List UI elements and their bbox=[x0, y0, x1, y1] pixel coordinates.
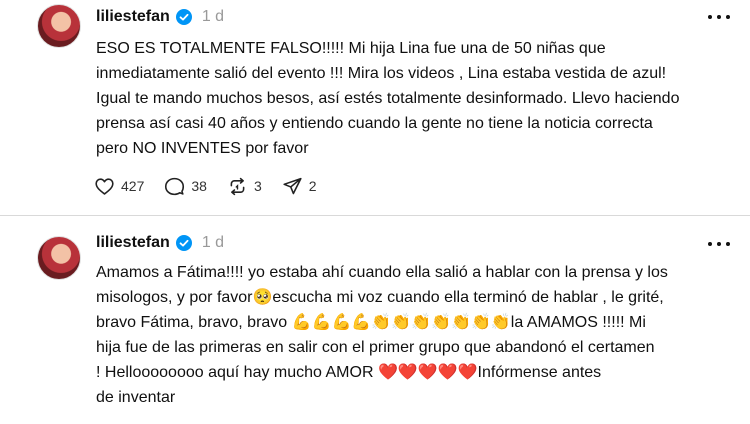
dot-icon bbox=[726, 15, 730, 19]
username[interactable]: liliestefan bbox=[96, 234, 170, 252]
share-count: 2 bbox=[308, 178, 317, 194]
post-text-line: inmediatamente salió del evento !!! Mira… bbox=[96, 65, 667, 82]
post-header: liliestefan 1 d bbox=[96, 231, 224, 255]
verified-badge-icon bbox=[175, 9, 192, 25]
post-actions: 427 38 3 2 bbox=[94, 173, 337, 199]
share-icon bbox=[283, 177, 302, 194]
dot-icon bbox=[708, 15, 712, 19]
more-options-button[interactable] bbox=[708, 12, 730, 22]
post-text: Amamos a Fátima!!!! yo estaba ahí cuando… bbox=[96, 260, 746, 410]
avatar[interactable] bbox=[37, 4, 81, 48]
comment-count: 38 bbox=[191, 178, 207, 194]
post-text-line: Amamos a Fátima!!!! yo estaba ahí cuando… bbox=[96, 264, 668, 281]
dot-icon bbox=[726, 242, 730, 246]
like-button[interactable]: 427 bbox=[94, 176, 144, 197]
dot-icon bbox=[717, 242, 721, 246]
thread-post: liliestefan 1 d Amamos a Fátima!!!! yo e… bbox=[0, 220, 750, 424]
more-options-button[interactable] bbox=[708, 239, 730, 249]
repost-button[interactable]: 3 bbox=[227, 176, 262, 197]
timestamp: 1 d bbox=[201, 8, 225, 25]
post-text-line: prensa así casi 40 años y entiendo cuand… bbox=[96, 115, 653, 132]
post-text: ESO ES TOTALMENTE FALSO!!!!! Mi hija Lin… bbox=[96, 36, 746, 161]
verified-badge-icon bbox=[175, 235, 192, 251]
timestamp: 1 d bbox=[201, 234, 225, 251]
like-count: 427 bbox=[121, 178, 145, 194]
comment-button[interactable]: 38 bbox=[164, 176, 207, 197]
repost-icon bbox=[230, 177, 245, 195]
thread-post: liliestefan 1 d ESO ES TOTALMENTE FALSO!… bbox=[0, 0, 750, 215]
comment-icon bbox=[165, 177, 185, 195]
share-button[interactable]: 2 bbox=[282, 176, 317, 197]
repost-count: 3 bbox=[253, 178, 262, 194]
post-text-line: misologos, y por favor🥺escucha mi voz cu… bbox=[96, 289, 664, 306]
dot-icon bbox=[708, 242, 712, 246]
heart-icon bbox=[95, 177, 114, 195]
post-text-line: hija fue de las primeras en salir con el… bbox=[96, 339, 655, 356]
dot-icon bbox=[717, 15, 721, 19]
post-text-line: de inventar bbox=[96, 389, 176, 406]
post-text-line: Igual te mando muchos besos, así estés t… bbox=[96, 90, 680, 107]
post-text-line: pero NO INVENTES por favor bbox=[96, 140, 309, 157]
post-text-line: ESO ES TOTALMENTE FALSO!!!!! Mi hija Lin… bbox=[96, 40, 606, 57]
post-divider bbox=[0, 215, 750, 216]
username[interactable]: liliestefan bbox=[96, 8, 170, 26]
avatar[interactable] bbox=[37, 236, 81, 280]
post-text-line: ! Helloooooooo aquí hay mucho AMOR ❤️❤️❤… bbox=[96, 364, 602, 381]
post-text-line: bravo Fátima, bravo, bravo 💪💪💪💪👏👏👏👏👏👏👏la… bbox=[96, 314, 646, 331]
post-header: liliestefan 1 d bbox=[96, 5, 224, 29]
